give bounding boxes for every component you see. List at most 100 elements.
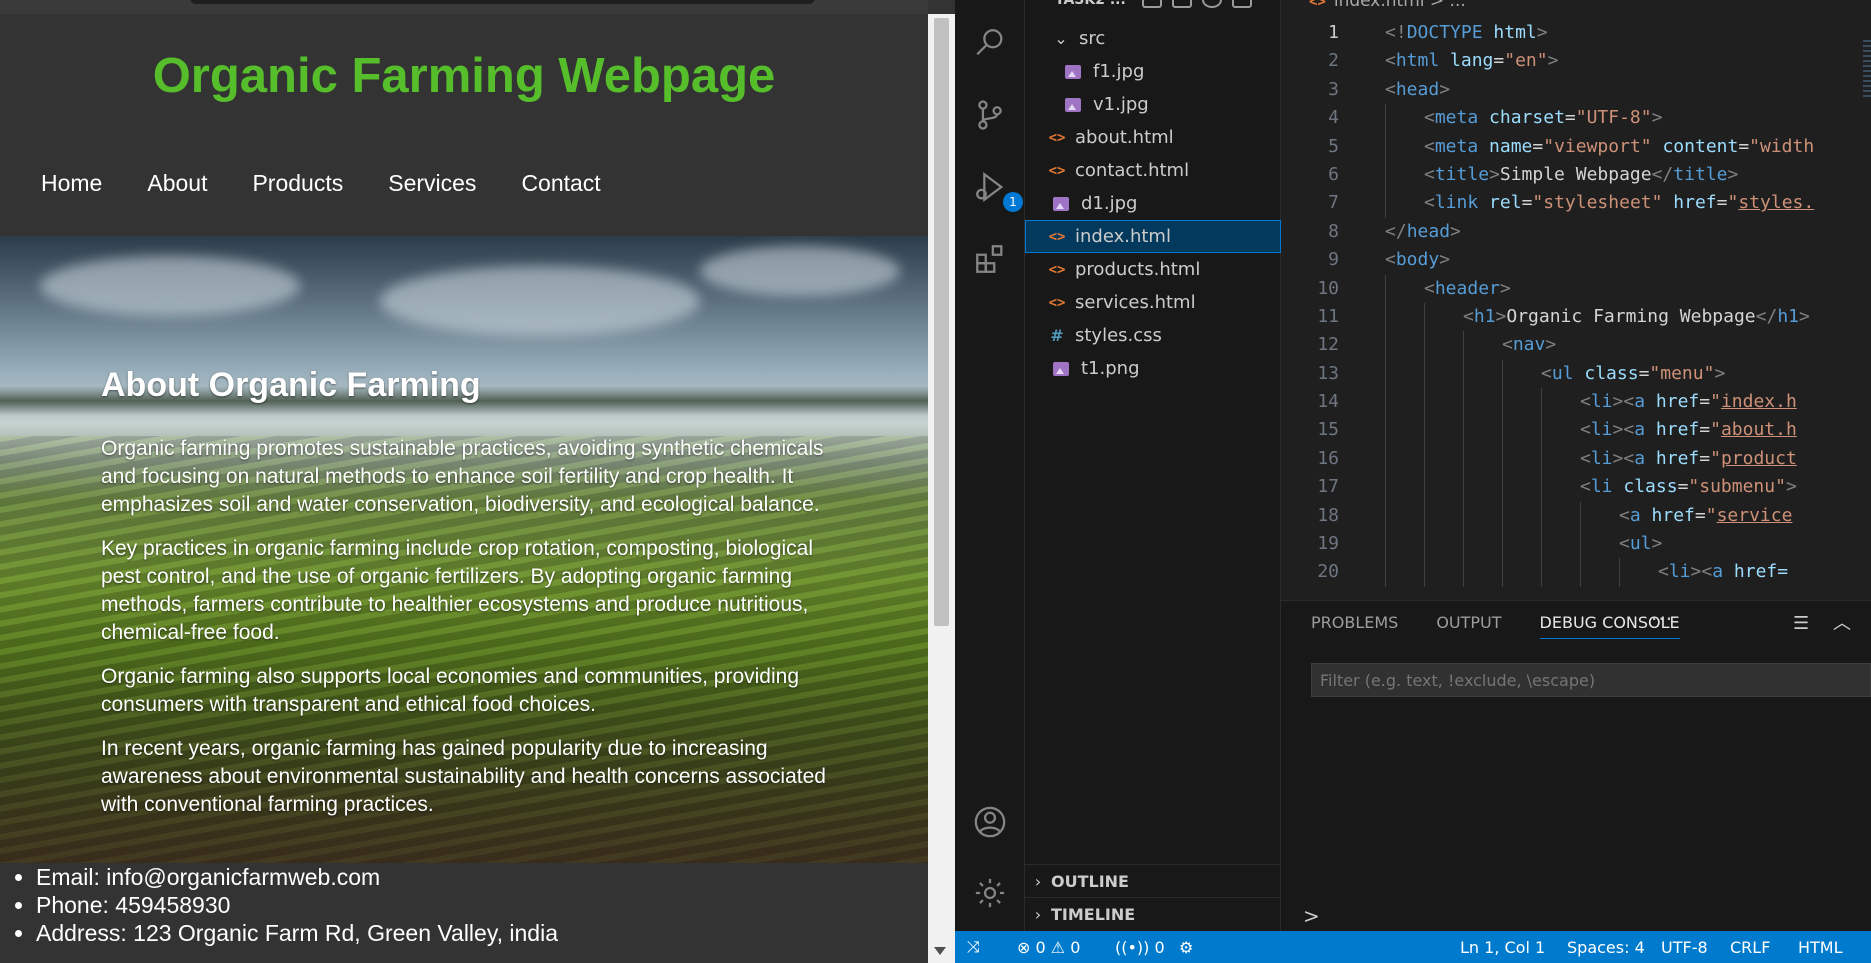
source-control-icon[interactable] (967, 92, 1013, 138)
code-line[interactable]: 6 <title>Simple Webpage</title> (1281, 160, 1871, 190)
breadcrumb-file[interactable]: index.html (1334, 0, 1425, 11)
code-token: lang (1450, 50, 1494, 72)
nav-link-about[interactable]: About (147, 170, 207, 197)
more-actions-icon[interactable]: ··· (1651, 607, 1673, 631)
tree-file-v1-jpg[interactable]: v1.jpg (1025, 88, 1281, 121)
tree-file-contact-html[interactable]: <> contact.html (1025, 154, 1281, 187)
code-line[interactable]: 10 <header> (1281, 274, 1871, 303)
nav-link-services[interactable]: Services (388, 170, 476, 197)
code-line[interactable]: 3 <head> (1281, 76, 1871, 104)
tree-item-label: f1.jpg (1093, 61, 1145, 82)
chevron-up-icon[interactable]: ︿ (1833, 609, 1851, 635)
indent-guide (1385, 530, 1386, 559)
code-token: > (1495, 305, 1507, 327)
tree-file-index-html[interactable]: <> index.html (1025, 220, 1281, 253)
run-debug-icon[interactable]: 1 (967, 164, 1023, 212)
code-token: < (1385, 249, 1396, 271)
line-number: 13 (1317, 362, 1339, 384)
eol-status[interactable]: CRLF (1730, 931, 1770, 963)
code-text: <body> (1385, 246, 1450, 274)
workspace-folder-title[interactable]: TASK2 ... (1055, 0, 1126, 8)
code-line[interactable]: 16 <li><a href="product (1281, 444, 1871, 474)
ports-status[interactable]: ((•)) 0 (1115, 931, 1165, 963)
code-line[interactable]: 8 </head> (1281, 218, 1871, 246)
code-editor[interactable]: < > index.html > ... 1 <!DOCTYPE html> 2 <htm… (1281, 0, 1871, 600)
tab-problems[interactable]: PROBLEMS (1311, 613, 1398, 639)
extensions-icon[interactable] (967, 236, 1013, 282)
error-count: 0 (1035, 937, 1046, 957)
code-text: <ul class="menu"> (1541, 360, 1725, 388)
code-lines[interactable]: 1 <!DOCTYPE html> 2 <html lang="en"> 3 <head>… (1281, 19, 1871, 587)
code-line[interactable]: 14 <li><a href="index.h (1281, 388, 1871, 417)
code-line[interactable]: 19 <ul> (1281, 530, 1871, 559)
remote-indicator[interactable]: ⤨ (967, 931, 980, 963)
code-line[interactable]: 5 <meta name="viewport" content="width (1281, 132, 1871, 161)
tree-file-about-html[interactable]: <> about.html (1025, 121, 1281, 154)
minimap[interactable] (1863, 40, 1871, 100)
html-file-icon: <> (1048, 129, 1066, 146)
code-line[interactable]: 20 <li><a href= (1281, 558, 1871, 587)
problems-status[interactable]: ⊗ 0 ⚠ 0 (1017, 931, 1080, 963)
account-icon[interactable] (967, 799, 1013, 845)
code-line[interactable]: 15 <li><a href="about.h (1281, 416, 1871, 445)
repl-prompt-icon[interactable]: > (1303, 904, 1320, 928)
code-line[interactable]: 2 <html lang="en"> (1281, 47, 1871, 75)
chevron-down-icon: ⌄ (1054, 29, 1068, 48)
scroll-down-arrow-icon[interactable] (934, 947, 946, 955)
tab-output[interactable]: OUTPUT (1436, 613, 1501, 639)
nav-link-home[interactable]: Home (41, 170, 102, 197)
tree-file-d1-jpg[interactable]: d1.jpg (1025, 187, 1281, 220)
nav-link-products[interactable]: Products (252, 170, 343, 197)
code-line[interactable]: 7 <link rel="stylesheet" href="styles. (1281, 189, 1871, 218)
console-filter-input[interactable] (1311, 663, 1871, 697)
indent-guide (1502, 388, 1503, 417)
clear-console-icon[interactable]: ☰ (1793, 613, 1809, 634)
tree-file-styles-css[interactable]: # styles.css (1025, 319, 1281, 352)
scrollbar-thumb[interactable] (934, 18, 949, 626)
new-folder-icon[interactable] (1172, 0, 1192, 8)
code-token: < (1619, 533, 1630, 555)
timeline-section-header[interactable]: › TIMELINE (1025, 897, 1281, 930)
outline-section-header[interactable]: › OUTLINE (1025, 864, 1281, 897)
indentation-status[interactable]: Spaces: 4 (1567, 931, 1645, 963)
tree-file-services-html[interactable]: <> services.html (1025, 286, 1281, 319)
code-text: <meta charset="UTF-8"> (1424, 104, 1662, 132)
code-token: service (1716, 504, 1793, 526)
code-line[interactable]: 13 <ul class="menu"> (1281, 359, 1871, 389)
new-file-icon[interactable] (1142, 0, 1162, 8)
code-token: " (1710, 391, 1721, 413)
code-line[interactable]: 12 <nav> (1281, 331, 1871, 360)
tree-file-products-html[interactable]: <> products.html (1025, 253, 1281, 286)
code-line[interactable]: 9 <body> (1281, 246, 1871, 274)
search-icon[interactable] (967, 20, 1013, 66)
code-token: > (1799, 305, 1810, 327)
background-cloud (380, 266, 700, 336)
html-file-icon: <> (1048, 228, 1066, 245)
cursor-position[interactable]: Ln 1, Col 1 (1460, 931, 1545, 963)
language-mode[interactable]: HTML (1798, 931, 1843, 963)
encoding-status[interactable]: UTF-8 (1661, 931, 1708, 963)
debug-status[interactable]: ⚙ (1179, 931, 1193, 963)
page-scrollbar[interactable] (928, 14, 955, 963)
code-token: > (1439, 249, 1451, 271)
tree-file-f1-jpg[interactable]: f1.jpg (1025, 55, 1281, 88)
code-token: ul (1629, 533, 1652, 555)
code-line[interactable]: 11 <h1>Organic Farming Webpage</h1> (1281, 302, 1871, 332)
address-bar[interactable] (190, 0, 815, 4)
breadcrumb-rest[interactable]: > ... (1430, 0, 1466, 11)
tree-folder-src[interactable]: ⌄ src (1025, 22, 1281, 55)
settings-gear-icon[interactable] (967, 870, 1013, 916)
tree-file-t1-png[interactable]: t1.png (1025, 352, 1281, 385)
code-line[interactable]: 17 <li class="submenu"> (1281, 473, 1871, 502)
code-line[interactable]: 1 <!DOCTYPE html> (1281, 19, 1871, 47)
refresh-icon[interactable] (1202, 0, 1222, 8)
indent-guide (1463, 444, 1464, 474)
code-token: < (1580, 391, 1591, 413)
code-line[interactable]: 4 <meta charset="UTF-8"> (1281, 104, 1871, 133)
collapse-all-icon[interactable] (1232, 0, 1252, 8)
indent-guide (1502, 359, 1503, 389)
nav-link-contact[interactable]: Contact (521, 170, 600, 197)
code-line[interactable]: 18 <a href="service (1281, 501, 1871, 531)
